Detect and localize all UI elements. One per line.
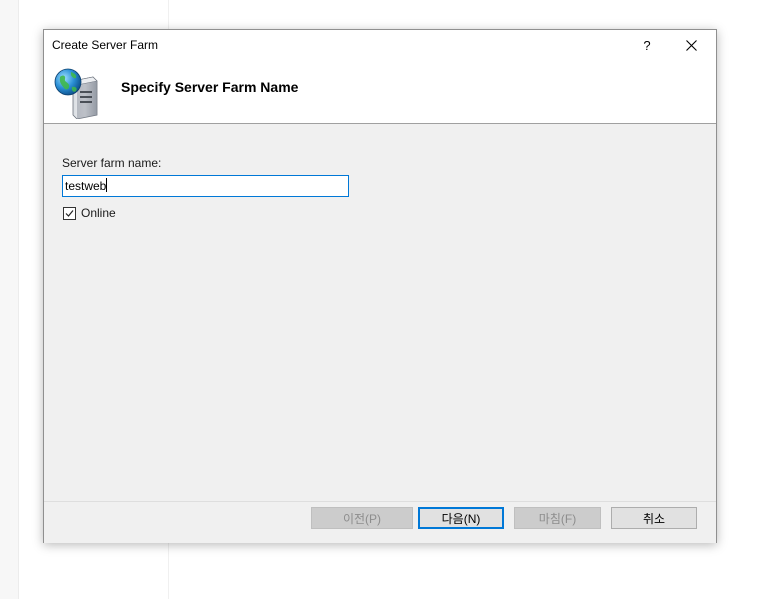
checkmark-icon	[65, 210, 74, 217]
window-title: Create Server Farm	[52, 38, 159, 52]
finish-button[interactable]: 마침(F)	[514, 507, 601, 529]
help-button-label: ?	[643, 37, 651, 53]
close-button[interactable]	[676, 30, 706, 60]
title-bar: Create Server Farm ?	[44, 30, 716, 60]
online-checkbox[interactable]	[63, 207, 76, 220]
create-server-farm-dialog: Create Server Farm ? Specify Server Farm…	[43, 29, 717, 543]
close-icon	[685, 39, 697, 51]
online-label[interactable]: Online	[81, 206, 116, 220]
server-farm-name-label: Server farm name:	[62, 156, 162, 170]
cancel-button[interactable]: 취소	[611, 507, 697, 529]
wizard-header: Specify Server Farm Name	[44, 60, 716, 124]
next-button[interactable]: 다음(N)	[418, 507, 504, 529]
server-globe-icon	[54, 68, 98, 119]
wizard-footer: 이전(P) 다음(N) 마침(F) 취소	[44, 501, 716, 543]
background-left-panel	[0, 0, 19, 599]
wizard-content: Server farm name: Online	[44, 124, 716, 501]
text-caret	[106, 178, 107, 192]
previous-button[interactable]: 이전(P)	[311, 507, 413, 529]
help-button[interactable]: ?	[632, 30, 662, 60]
page-title: Specify Server Farm Name	[121, 79, 299, 95]
